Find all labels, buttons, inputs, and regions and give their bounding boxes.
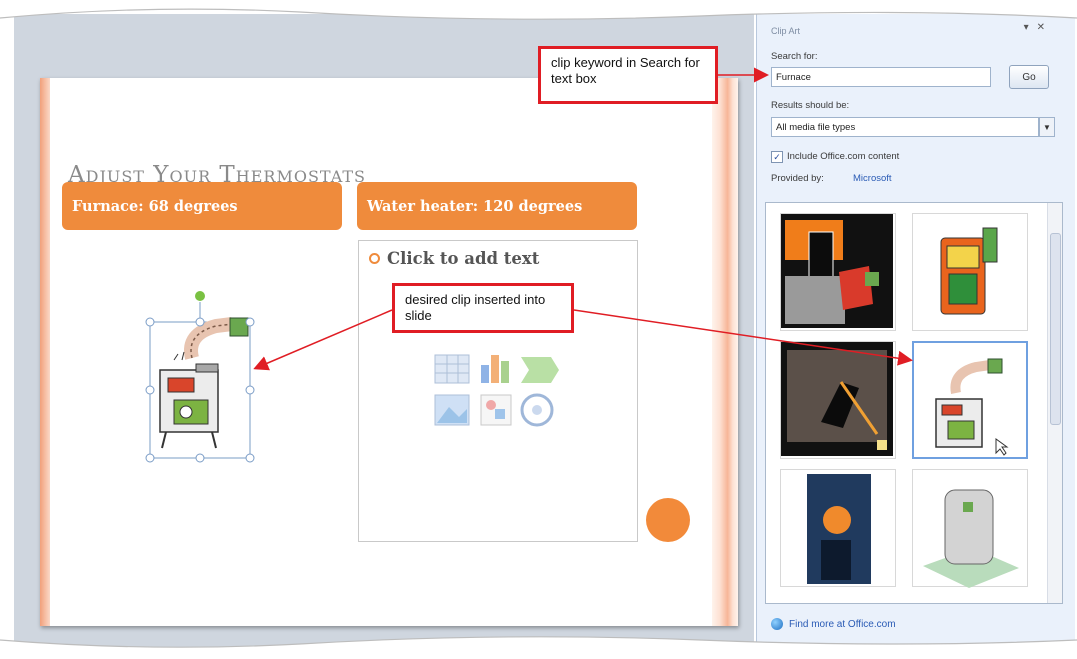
- clip-thumbnail[interactable]: [912, 213, 1028, 331]
- search-label: Search for:: [771, 51, 818, 62]
- pane-controls[interactable]: ▾✕: [1024, 22, 1053, 33]
- insert-media-icon[interactable]: [520, 393, 554, 427]
- heading-furnace[interactable]: Furnace: 68 degrees: [62, 182, 342, 230]
- slide-left-accent-bar: [40, 78, 50, 626]
- close-icon[interactable]: ✕: [1037, 22, 1053, 33]
- scrollbar-thumb[interactable]: [1050, 233, 1061, 425]
- clip-thumbnail[interactable]: [780, 341, 896, 459]
- chevron-down-icon[interactable]: ▼: [1039, 117, 1055, 137]
- furnace-clip-icon: [159, 317, 249, 449]
- check-icon: ✓: [773, 152, 781, 162]
- placeholder-text: Click to add text: [387, 249, 540, 268]
- slide-orange-dot: [646, 498, 690, 542]
- foundry-clip-icon: [807, 474, 871, 584]
- media-type-select[interactable]: All media file types: [771, 117, 1039, 137]
- results-label: Results should be:: [771, 100, 850, 111]
- insert-table-icon[interactable]: [434, 354, 470, 384]
- rotation-handle[interactable]: [195, 291, 205, 301]
- insert-clip-art-icon[interactable]: [480, 394, 512, 426]
- space-heater-clip-icon: [923, 489, 1019, 588]
- pane-title: Clip Art: [771, 26, 801, 36]
- insert-picture-icon[interactable]: [434, 394, 470, 426]
- go-button[interactable]: Go: [1009, 65, 1049, 89]
- pane-options-icon[interactable]: ▾: [1024, 22, 1037, 33]
- furnace-worker-clip-icon: [781, 342, 893, 456]
- powerpoint-window: Adjust Your Thermostats Furnace: 68 degr…: [0, 0, 1077, 659]
- provided-by-label: Provided by:: [771, 173, 824, 184]
- clip-art-task-pane: Clip Art ▾✕ Search for: Go Results shoul…: [756, 14, 1075, 659]
- clip-thumbnail[interactable]: [780, 213, 896, 331]
- insert-chart-icon[interactable]: [481, 355, 509, 383]
- provider-link[interactable]: Microsoft: [853, 173, 892, 184]
- find-more-link[interactable]: Find more at Office.com: [771, 618, 896, 630]
- search-input[interactable]: [771, 67, 991, 87]
- furnace-room-clip-icon: [781, 214, 893, 328]
- green-furnace-clip-icon: [940, 227, 998, 315]
- include-office-checkbox[interactable]: ✓: [771, 151, 783, 163]
- clip-thumbnail-selected[interactable]: [912, 341, 1028, 459]
- clip-thumbnail[interactable]: [780, 469, 896, 587]
- heading-water-heater[interactable]: Water heater: 120 degrees: [357, 182, 637, 230]
- slide-right-accent-bar: [712, 78, 738, 626]
- furnace-clip-icon: [935, 358, 1009, 456]
- globe-icon: [771, 618, 783, 630]
- bullet-icon: [369, 253, 380, 264]
- inserted-furnace-clip[interactable]: [134, 286, 266, 472]
- clip-results-list[interactable]: [765, 202, 1063, 604]
- insert-content-icons[interactable]: [433, 351, 561, 431]
- clip-thumbnail[interactable]: [912, 469, 1028, 588]
- insert-smartart-icon[interactable]: [521, 357, 559, 383]
- mouse-pointer-icon: [995, 438, 1009, 456]
- callout-inserted-clip: desired clip inserted into slide: [392, 283, 574, 333]
- callout-search-keyword: clip keyword in Search for text box: [538, 46, 718, 104]
- results-scrollbar[interactable]: [1047, 203, 1062, 603]
- placeholder-bullet: Click to add text: [369, 249, 539, 268]
- find-more-label[interactable]: Find more at Office.com: [789, 619, 896, 630]
- include-office-label: Include Office.com content: [787, 151, 900, 162]
